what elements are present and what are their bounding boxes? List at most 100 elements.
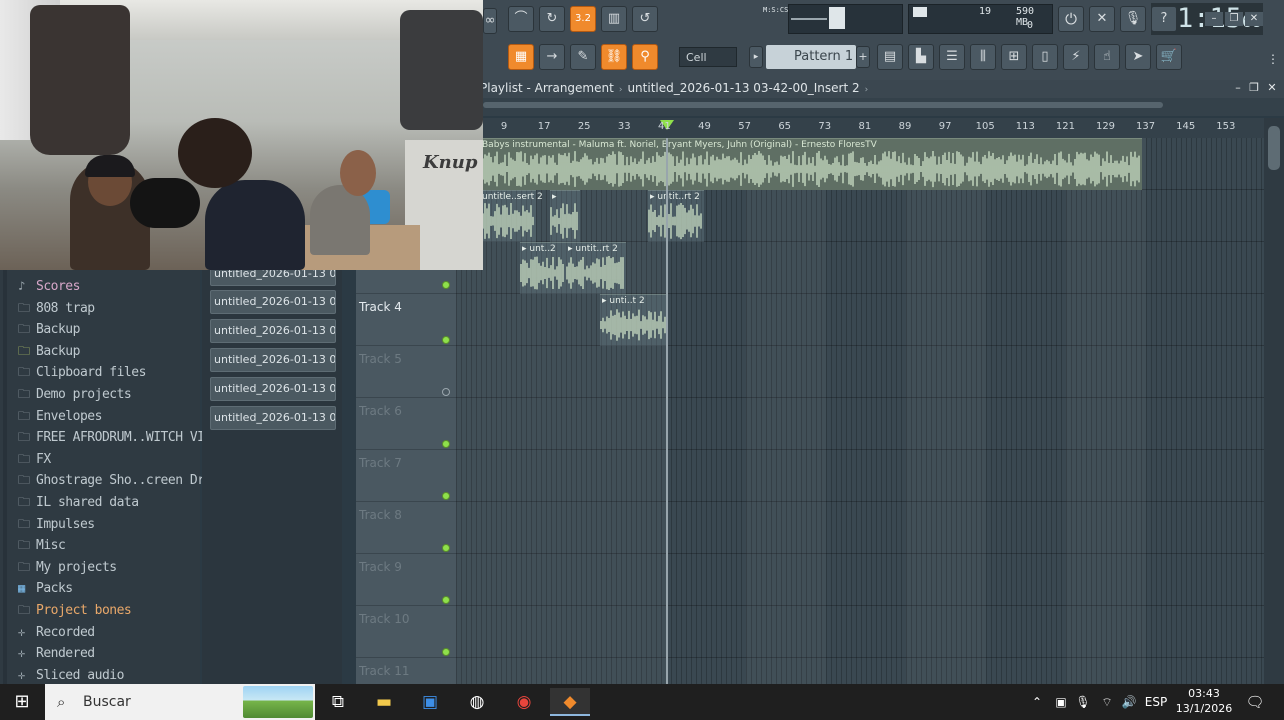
task-view-icon[interactable]: ⧉: [318, 688, 358, 716]
microphone-tray-icon[interactable]: 🎙: [1074, 684, 1092, 720]
pattern-prev-icon[interactable]: ▸: [749, 46, 763, 68]
browser-scrollbar[interactable]: [3, 270, 7, 684]
playlist-icon[interactable]: ▦: [508, 44, 534, 70]
draw-icon[interactable]: ✎: [570, 44, 596, 70]
vertical-scrollbar[interactable]: [1264, 118, 1284, 684]
track-active-icon[interactable]: [442, 336, 450, 344]
add-pattern-icon[interactable]: +: [856, 46, 870, 68]
track-header[interactable]: Track 6: [356, 398, 456, 450]
link-icon[interactable]: ⛓: [601, 44, 627, 70]
step-edit-icon[interactable]: ▥: [601, 6, 627, 32]
volume-icon[interactable]: 🔊: [1120, 684, 1138, 720]
power-icon[interactable]: ⏻: [1058, 6, 1084, 32]
recent-file-item[interactable]: untitled_2026-01-13 03-...: [210, 406, 336, 430]
browser-item[interactable]: 🗀 Backup: [18, 341, 80, 361]
language-indicator[interactable]: ESP: [1142, 684, 1170, 720]
browser-item[interactable]: 🗀 Project bones: [18, 600, 132, 620]
metronome-icon[interactable]: ⌒: [508, 6, 534, 32]
notification-icon[interactable]: 🗨: [1244, 684, 1266, 720]
taskbar-search[interactable]: ⌕ Buscar: [45, 684, 315, 720]
wrench-icon[interactable]: ➤: [1125, 44, 1151, 70]
chrome-icon[interactable]: ◉: [504, 688, 544, 716]
audio-clip[interactable]: Babys instrumental - Maluma ft. Noriel, …: [480, 138, 1142, 190]
browser-item[interactable]: 🗀 Clipboard files: [18, 362, 146, 382]
browser-icon[interactable]: ⊞: [1001, 44, 1027, 70]
track-header[interactable]: Track 5: [356, 346, 456, 398]
taskbar-clock[interactable]: 03:43 13/1/2026: [1170, 686, 1238, 716]
recent-file-item[interactable]: untitled_2026-01-13 03-...: [210, 319, 336, 343]
browser-item[interactable]: 🗀 Backup: [18, 319, 80, 339]
browser-item[interactable]: ✛ Rendered: [18, 643, 95, 663]
loop-record-icon[interactable]: ↻: [539, 6, 565, 32]
track-header[interactable]: [356, 270, 456, 294]
countdown-icon[interactable]: 3.2: [570, 6, 596, 32]
recent-file-item[interactable]: untitled_2026-01-13 03-...: [210, 290, 336, 314]
browser-item[interactable]: 🗀 FX: [18, 449, 51, 469]
plugin-icon[interactable]: ⚡: [1063, 44, 1089, 70]
recent-file-item[interactable]: untitled_2026-01-13 03-...: [210, 377, 336, 401]
audio-clip[interactable]: ▸ unti..t 2: [600, 294, 668, 346]
browser-item[interactable]: 🗀 808 trap: [18, 298, 95, 318]
windows-start-icon[interactable]: ⊞: [0, 684, 44, 720]
browser-item[interactable]: ✛ Recorded: [18, 622, 95, 642]
arrow-right-icon[interactable]: →: [539, 44, 565, 70]
vertical-scrollbar-thumb[interactable]: [1268, 126, 1280, 170]
playlist-maximize-icon[interactable]: ❐: [1247, 81, 1261, 95]
browser-item[interactable]: 🗀 Impulses: [18, 514, 95, 534]
browser-item[interactable]: 🗀 Envelopes: [18, 406, 102, 426]
track-active-icon[interactable]: [442, 648, 450, 656]
arrangement-name[interactable]: untitled_2026-01-13 03-42-00_Insert 2: [627, 80, 859, 97]
timeline-ruler[interactable]: 9 17 25 33 41 49 57 65 73 81 89 97 105 113 121 129 137 14…: [483, 118, 1264, 138]
browser-item[interactable]: ✛ Sliced audio: [18, 665, 124, 685]
pattern-selector[interactable]: Pattern 1: [766, 45, 856, 69]
track-active-icon[interactable]: [442, 596, 450, 604]
close-icon[interactable]: ✕: [1245, 12, 1263, 26]
track-active-icon[interactable]: [442, 440, 450, 448]
tray-overflow-icon[interactable]: ⌃: [1028, 684, 1046, 720]
track-header[interactable]: Track 7: [356, 450, 456, 502]
file-explorer-icon[interactable]: ▬: [364, 688, 404, 716]
audio-clip[interactable]: ▸ untit..rt 2: [566, 242, 626, 294]
recent-file-item[interactable]: untitled_2026-01-13 03-...: [210, 348, 336, 372]
track-header[interactable]: Track 8: [356, 502, 456, 554]
app-icon[interactable]: ◍: [457, 688, 497, 716]
playlist-minimize-icon[interactable]: –: [1231, 81, 1245, 95]
stamp-icon[interactable]: ⚲: [632, 44, 658, 70]
maximize-icon[interactable]: ❐: [1225, 12, 1243, 26]
cart-icon[interactable]: 🛒: [1156, 44, 1182, 70]
volume-slider-knob[interactable]: [829, 7, 845, 29]
browser-item[interactable]: 🗀 FREE AFRODRUM..WITCH VIBEZ: [18, 427, 227, 447]
menu-grip-icon[interactable]: ⋮: [1267, 52, 1279, 66]
channel-rack-icon[interactable]: ☰: [939, 44, 965, 70]
master-volume-panel[interactable]: [788, 4, 903, 34]
track-inactive-icon[interactable]: [442, 388, 450, 396]
tools-icon[interactable]: ✕: [1089, 6, 1115, 32]
browser-item[interactable]: 🗀 Demo projects: [18, 384, 132, 404]
browser-item[interactable]: ♪ Scores: [18, 276, 80, 296]
wifi-icon[interactable]: ⌔: [1098, 684, 1116, 720]
project-icon[interactable]: ▯: [1032, 44, 1058, 70]
track-header[interactable]: Track 10: [356, 606, 456, 658]
microphone-icon[interactable]: 🎙: [1120, 6, 1146, 32]
audio-clip[interactable]: ▸: [550, 190, 580, 242]
usb-icon[interactable]: ▣: [1052, 684, 1070, 720]
track-active-icon[interactable]: [442, 492, 450, 500]
horizontal-scrollbar-thumb[interactable]: [483, 102, 1163, 108]
track-active-icon[interactable]: [442, 281, 450, 289]
browser-item[interactable]: ▦ Packs: [18, 578, 73, 598]
touch-icon[interactable]: ☝: [1094, 44, 1120, 70]
browser-item[interactable]: 🗀 Misc: [18, 535, 66, 555]
audio-clip[interactable]: ▸ unt..2: [520, 242, 566, 294]
snap-select[interactable]: Cell: [679, 47, 737, 67]
mixer-icon[interactable]: ⫼: [970, 44, 996, 70]
help-icon[interactable]: ?: [1151, 6, 1177, 32]
browser-item[interactable]: 🗀 My projects: [18, 557, 117, 577]
track-header[interactable]: Track 4: [356, 294, 456, 346]
horizontal-scroll-strip[interactable]: [483, 98, 1284, 116]
playlist-title[interactable]: Playlist - Arrangement: [480, 80, 614, 97]
menu-edge-icon[interactable]: ∞: [483, 8, 497, 34]
audio-clip[interactable]: untitle..sert 2: [480, 190, 543, 242]
playlist-view-icon[interactable]: ▤: [877, 44, 903, 70]
piano-roll-icon[interactable]: ▙: [908, 44, 934, 70]
store-icon[interactable]: ▣: [410, 688, 450, 716]
